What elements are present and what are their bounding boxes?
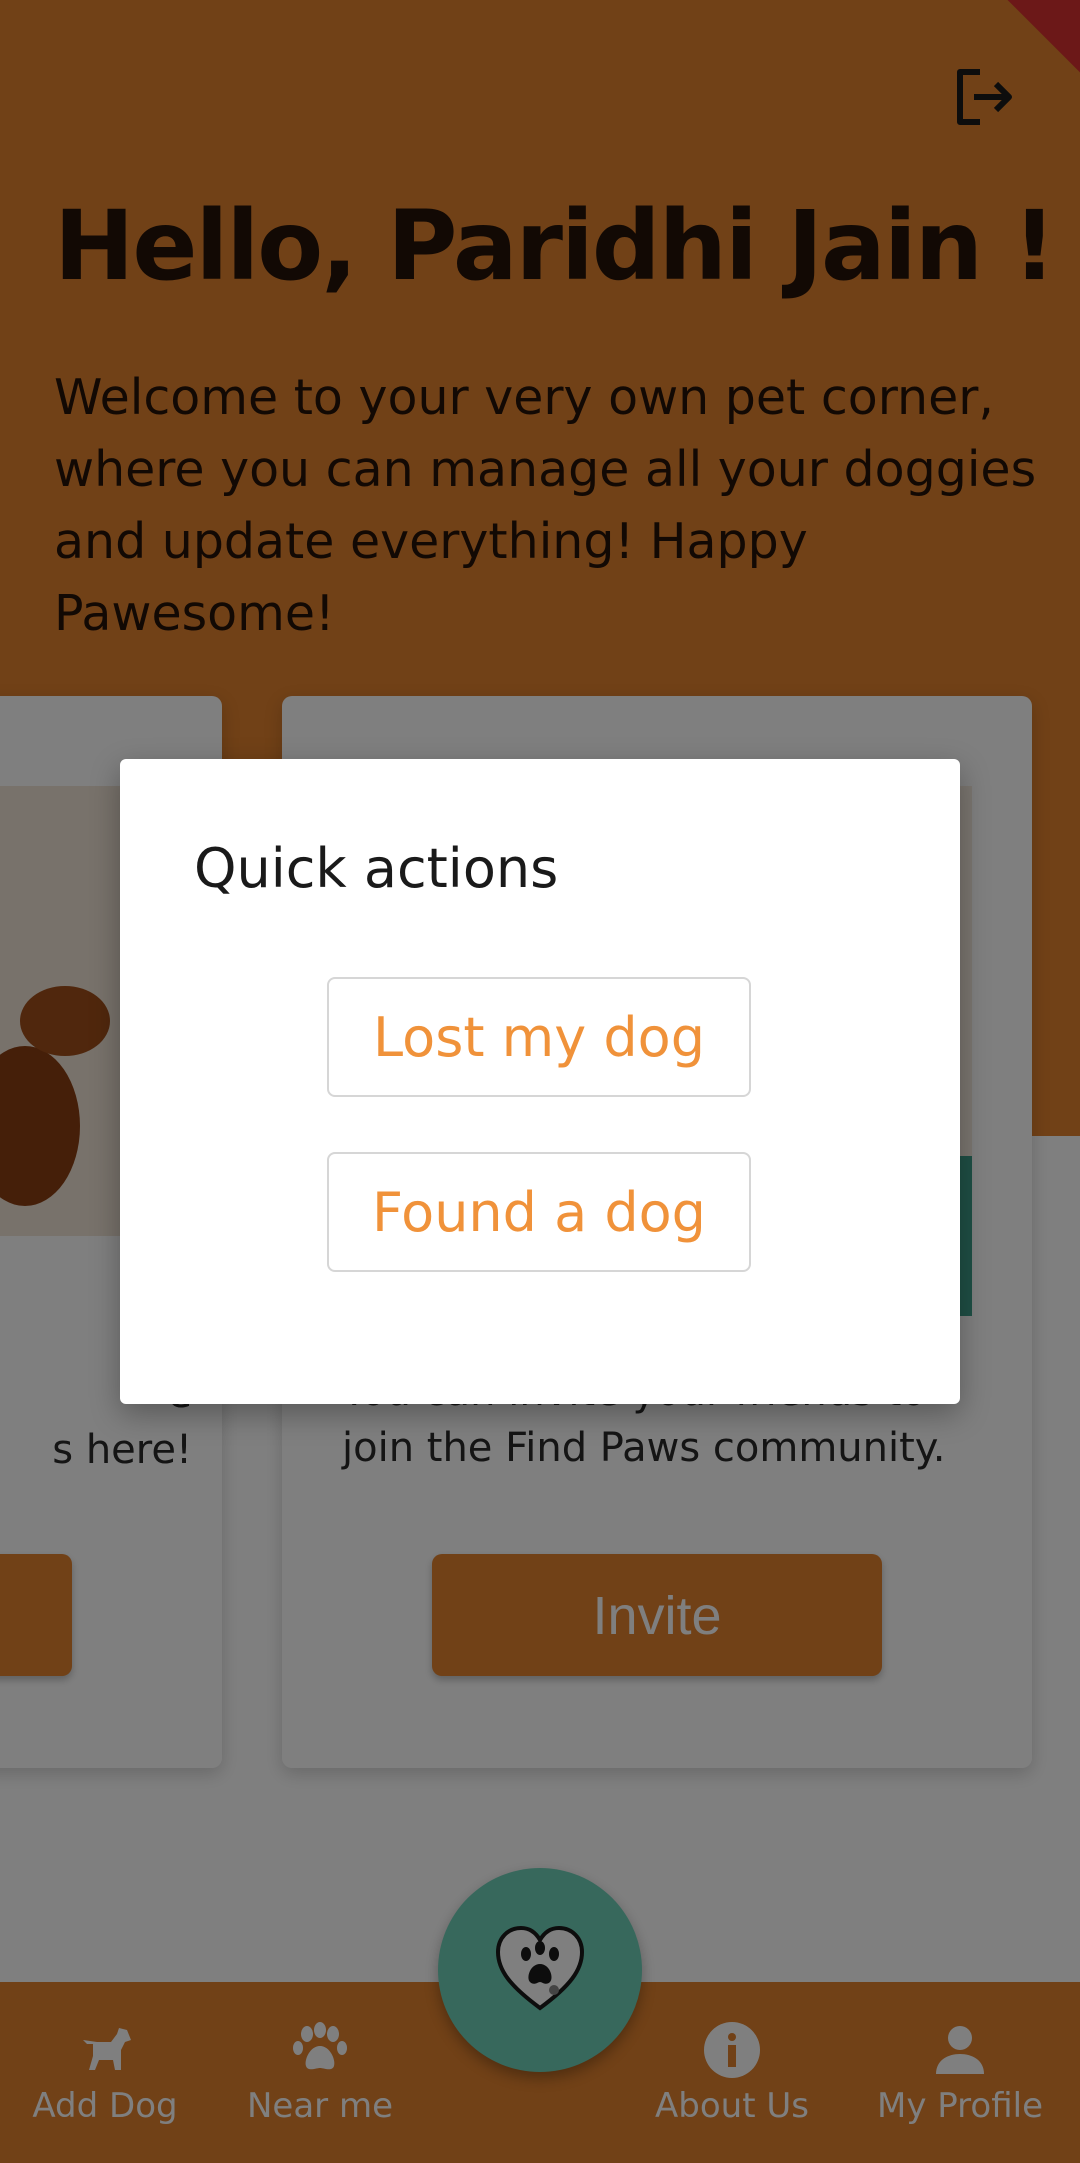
dialog-title: Quick actions xyxy=(194,837,559,900)
lost-my-dog-button[interactable]: Lost my dog xyxy=(327,977,751,1097)
found-a-dog-button[interactable]: Found a dog xyxy=(327,1152,751,1272)
quick-actions-dialog: Quick actions Lost my dog Found a dog xyxy=(120,759,960,1404)
